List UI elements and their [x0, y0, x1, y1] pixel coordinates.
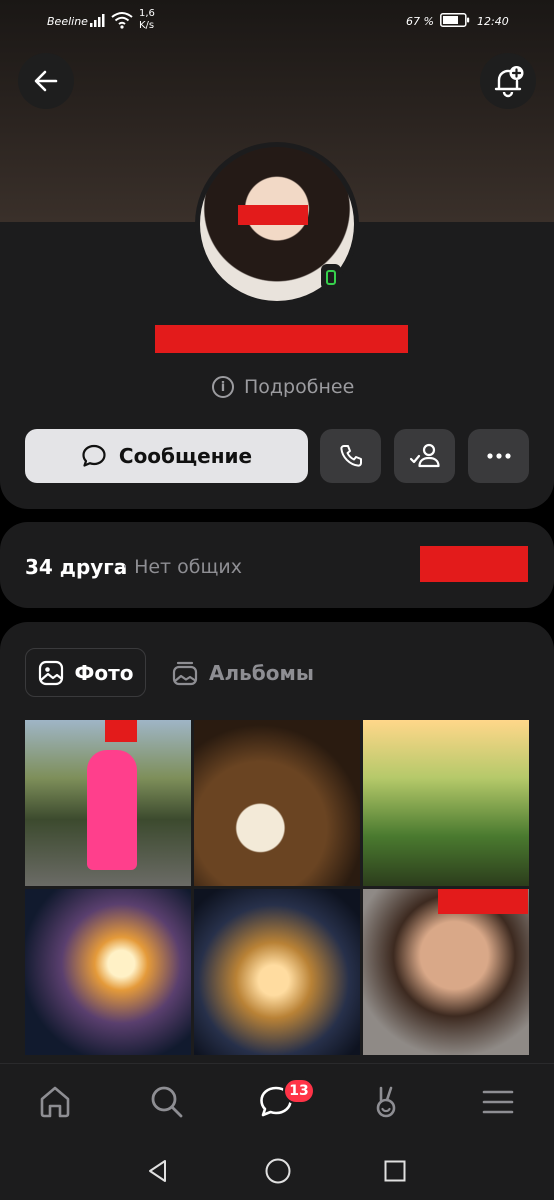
photo-thumbnail[interactable] [25, 889, 191, 1055]
bell-plus-icon [494, 66, 524, 98]
call-button[interactable] [320, 429, 381, 483]
info-icon: i [212, 376, 234, 398]
network-speed-value: 1,6 [139, 8, 155, 19]
nav-home[interactable] [35, 1082, 75, 1122]
friends-avatars-redacted [420, 546, 528, 582]
system-back-button[interactable] [143, 1156, 173, 1186]
details-link[interactable]: i Подробнее [212, 373, 354, 401]
redaction-bar [438, 889, 528, 914]
system-recents-button[interactable] [380, 1156, 410, 1186]
message-button-label: Сообщение [118, 444, 253, 468]
tab-photos-label: Фото [74, 660, 134, 685]
bunny-ears-icon [376, 1086, 396, 1118]
wifi-icon [111, 12, 133, 29]
details-label: Подробнее [244, 376, 355, 398]
search-icon [151, 1086, 183, 1118]
battery-icon [440, 13, 470, 27]
online-mobile-indicator [321, 264, 341, 290]
clock: 12:40 [477, 15, 509, 28]
profile-name-redacted [155, 325, 408, 353]
square-recents-icon [384, 1160, 406, 1182]
network-speed: 1,6 K/s [139, 8, 155, 32]
phone-icon [326, 269, 336, 285]
more-horizontal-icon [486, 453, 511, 459]
system-navigation-bar [0, 1143, 554, 1200]
albums-icon [172, 661, 198, 685]
photo-thumbnail[interactable] [363, 889, 529, 1055]
chat-bubble-icon [82, 444, 106, 467]
battery-percent: 67 % [406, 15, 434, 28]
friends-count[interactable]: 34 друга [25, 555, 127, 579]
user-check-icon [409, 443, 440, 468]
image-icon [38, 660, 63, 685]
signal-icon [90, 14, 105, 27]
photo-thumbnail[interactable] [194, 889, 360, 1055]
photo-thumbnail[interactable] [194, 720, 360, 886]
subscribe-notifications-button[interactable] [480, 53, 536, 109]
photo-thumbnail[interactable] [25, 720, 191, 886]
arrow-left-icon [34, 70, 58, 92]
unread-messages-badge: 13 [283, 1078, 315, 1104]
mutual-friends: · Нет общих [122, 556, 242, 578]
triangle-back-icon [149, 1160, 166, 1182]
tab-albums[interactable]: Альбомы [172, 648, 314, 697]
menu-icon [482, 1090, 514, 1114]
tab-photos[interactable]: Фото [25, 648, 146, 697]
circle-home-icon [265, 1158, 291, 1184]
back-button[interactable] [18, 53, 74, 109]
nav-search[interactable] [147, 1082, 187, 1122]
redaction-bar [105, 720, 137, 742]
nav-menu[interactable] [478, 1082, 518, 1122]
carrier-name: Beeline [47, 15, 88, 28]
message-button[interactable]: Сообщение [25, 429, 308, 483]
network-speed-unit: K/s [139, 20, 155, 31]
friend-status-button[interactable] [394, 429, 455, 483]
system-home-button[interactable] [263, 1156, 293, 1186]
nav-services[interactable] [367, 1082, 407, 1122]
status-bar: Beeline 1,6 K/s 67 % 12:40 [0, 0, 554, 42]
redaction-bar [238, 205, 308, 225]
tab-albums-label: Альбомы [209, 660, 314, 685]
photo-figure [87, 750, 137, 870]
home-icon [40, 1086, 70, 1118]
phone-icon [339, 445, 362, 467]
photo-thumbnail[interactable] [363, 720, 529, 886]
bottom-navigation: 13 [0, 1063, 554, 1143]
more-button[interactable] [468, 429, 529, 483]
